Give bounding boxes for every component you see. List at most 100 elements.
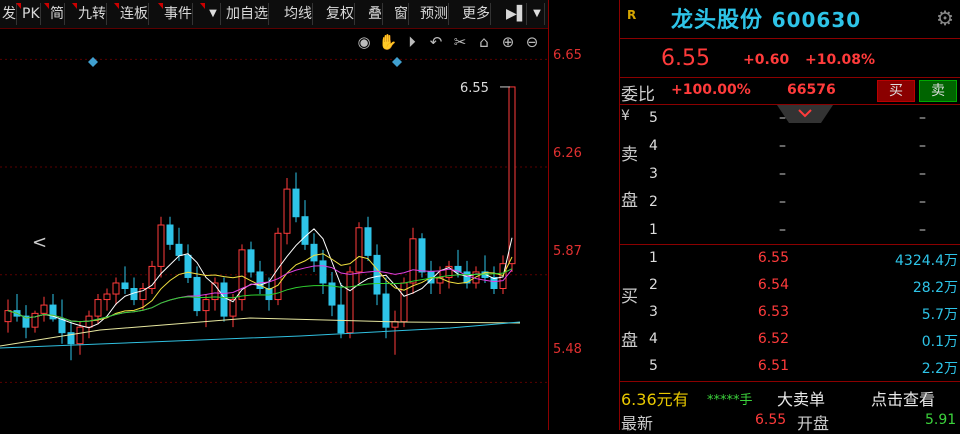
candle-body [58, 318, 66, 334]
scissors-icon[interactable]: ✂ [450, 32, 470, 52]
toolbar-item-fuquan[interactable]: 复权 [326, 3, 355, 25]
candle-body [364, 227, 372, 256]
buy-volume: 2.2万 [921, 361, 958, 377]
toolbar-item-shijian[interactable]: 事件 [164, 3, 193, 25]
candle-body [31, 312, 39, 328]
sell-level: 3 [649, 166, 658, 182]
r-badge: R [627, 8, 637, 22]
toolbar-item-ma[interactable]: 均线 [284, 3, 313, 25]
buy-price: 6.53 [757, 304, 789, 320]
toolbar-item-forecast[interactable]: 预测 [420, 3, 449, 25]
corner-marker-icon [72, 3, 77, 9]
candle-body [112, 282, 120, 295]
price-tick: 6.26 [553, 146, 582, 161]
sell-volume: – [919, 194, 926, 210]
candle-body [292, 188, 300, 218]
candle-body [355, 227, 363, 273]
buy-level: 3 [649, 304, 658, 320]
quote-panel: R 龙头股份 600630 ⚙ 6.55 +0.60 +10.08% 委比 +1… [619, 0, 960, 433]
toolbar-item-overlay[interactable]: 叠 [368, 3, 383, 25]
toolbar-item-more[interactable]: 更多 [462, 3, 491, 25]
view-big-order-link[interactable]: 点击查看 [871, 386, 935, 410]
toolbar-item-lianban[interactable]: 连板 [120, 3, 149, 25]
sell-price: – [779, 110, 786, 126]
sell-price: – [779, 138, 786, 154]
sell-volume: – [919, 166, 926, 182]
candle-body [391, 321, 399, 328]
candle-body [103, 293, 111, 301]
candle-body [373, 254, 381, 295]
sell-price: – [779, 194, 786, 210]
chevron-down-icon[interactable]: ▼ [530, 3, 545, 25]
sell-level: 1 [649, 222, 658, 238]
candle-body [121, 282, 129, 290]
candle-body [94, 299, 102, 317]
toolbar-item-jian[interactable]: 简 [50, 3, 65, 25]
toolbar-item-jiuzhuan[interactable]: 九转 [78, 3, 107, 25]
chevron-down-icon[interactable]: ▼ [206, 3, 221, 25]
eye-icon[interactable]: ◉ [354, 32, 374, 52]
currency-icon: ¥ [621, 108, 630, 124]
buy-price: 6.55 [757, 250, 789, 266]
candle-body [409, 238, 417, 284]
current-price: 6.55 [661, 46, 710, 71]
candle-body [346, 271, 354, 334]
event-marker-icon [392, 57, 402, 67]
candle-body [184, 254, 192, 278]
candle-body [490, 276, 498, 290]
corner-marker-icon [158, 3, 163, 9]
toolbar-item-add-watch[interactable]: 加自选 [226, 3, 269, 25]
play-icon[interactable]: ⏵ [402, 32, 422, 52]
expand-icon[interactable]: ▶▌ [506, 3, 528, 25]
toolbar-item-window[interactable]: 窗 [394, 3, 409, 25]
candle-body [220, 282, 228, 317]
buy-volume: 4324.4万 [895, 253, 958, 269]
candle-body [175, 243, 183, 256]
zoom-in-icon[interactable]: ⊕ [498, 32, 518, 52]
sell-label: 盘 [621, 191, 638, 211]
buy-level: 5 [649, 358, 658, 374]
buy-volume: 5.7万 [921, 307, 958, 323]
buy-price: 6.54 [757, 277, 789, 293]
nav-left-arrow[interactable]: < [32, 232, 47, 253]
toolbar-item-pk[interactable]: PK [22, 3, 41, 25]
sell-level: 4 [649, 138, 658, 154]
buy-level: 4 [649, 331, 658, 347]
latest-label: 最新 [621, 414, 654, 433]
sell-volume: – [919, 110, 926, 126]
toolbar-item-fa[interactable]: 发 [2, 3, 17, 25]
price-tick: 5.48 [553, 342, 582, 357]
zoom-out-icon[interactable]: ⊖ [522, 32, 542, 52]
candle-body [337, 304, 345, 334]
candle-body [247, 249, 255, 273]
weibi-value: 66576 [787, 82, 836, 98]
sell-price: – [779, 222, 786, 238]
sell-button[interactable]: 卖 [919, 80, 957, 102]
price-change: +0.60 [743, 52, 790, 68]
corner-marker-icon [44, 3, 49, 9]
weibi-label: 委比 [621, 85, 655, 105]
candle-body [508, 86, 516, 265]
buy-price: 6.52 [757, 331, 789, 347]
candle-body [301, 216, 309, 245]
undo-icon[interactable]: ↶ [426, 32, 446, 52]
open-value: 5.91 [925, 412, 957, 428]
candlestick-chart[interactable]: 6.55 [0, 28, 548, 430]
corner-marker-icon [200, 3, 205, 9]
sell-price: – [779, 166, 786, 182]
candle-body [76, 326, 84, 345]
candle-body [202, 299, 210, 312]
candle-body [310, 243, 318, 262]
candle-body [319, 260, 327, 284]
sell-volume: – [919, 222, 926, 238]
lock-icon[interactable]: ⌂ [474, 32, 494, 52]
sell-level: 5 [649, 110, 658, 126]
hand-icon[interactable]: ✋ [378, 32, 398, 52]
candle-body [4, 310, 12, 323]
price-tick: 5.87 [553, 244, 582, 259]
buy-label: 买 [621, 287, 638, 307]
buy-button[interactable]: 买 [877, 80, 915, 102]
last-price-label: 6.55 [460, 81, 489, 96]
weibi-pct: +100.00% [671, 82, 751, 98]
gear-icon[interactable]: ⚙ [936, 6, 954, 30]
